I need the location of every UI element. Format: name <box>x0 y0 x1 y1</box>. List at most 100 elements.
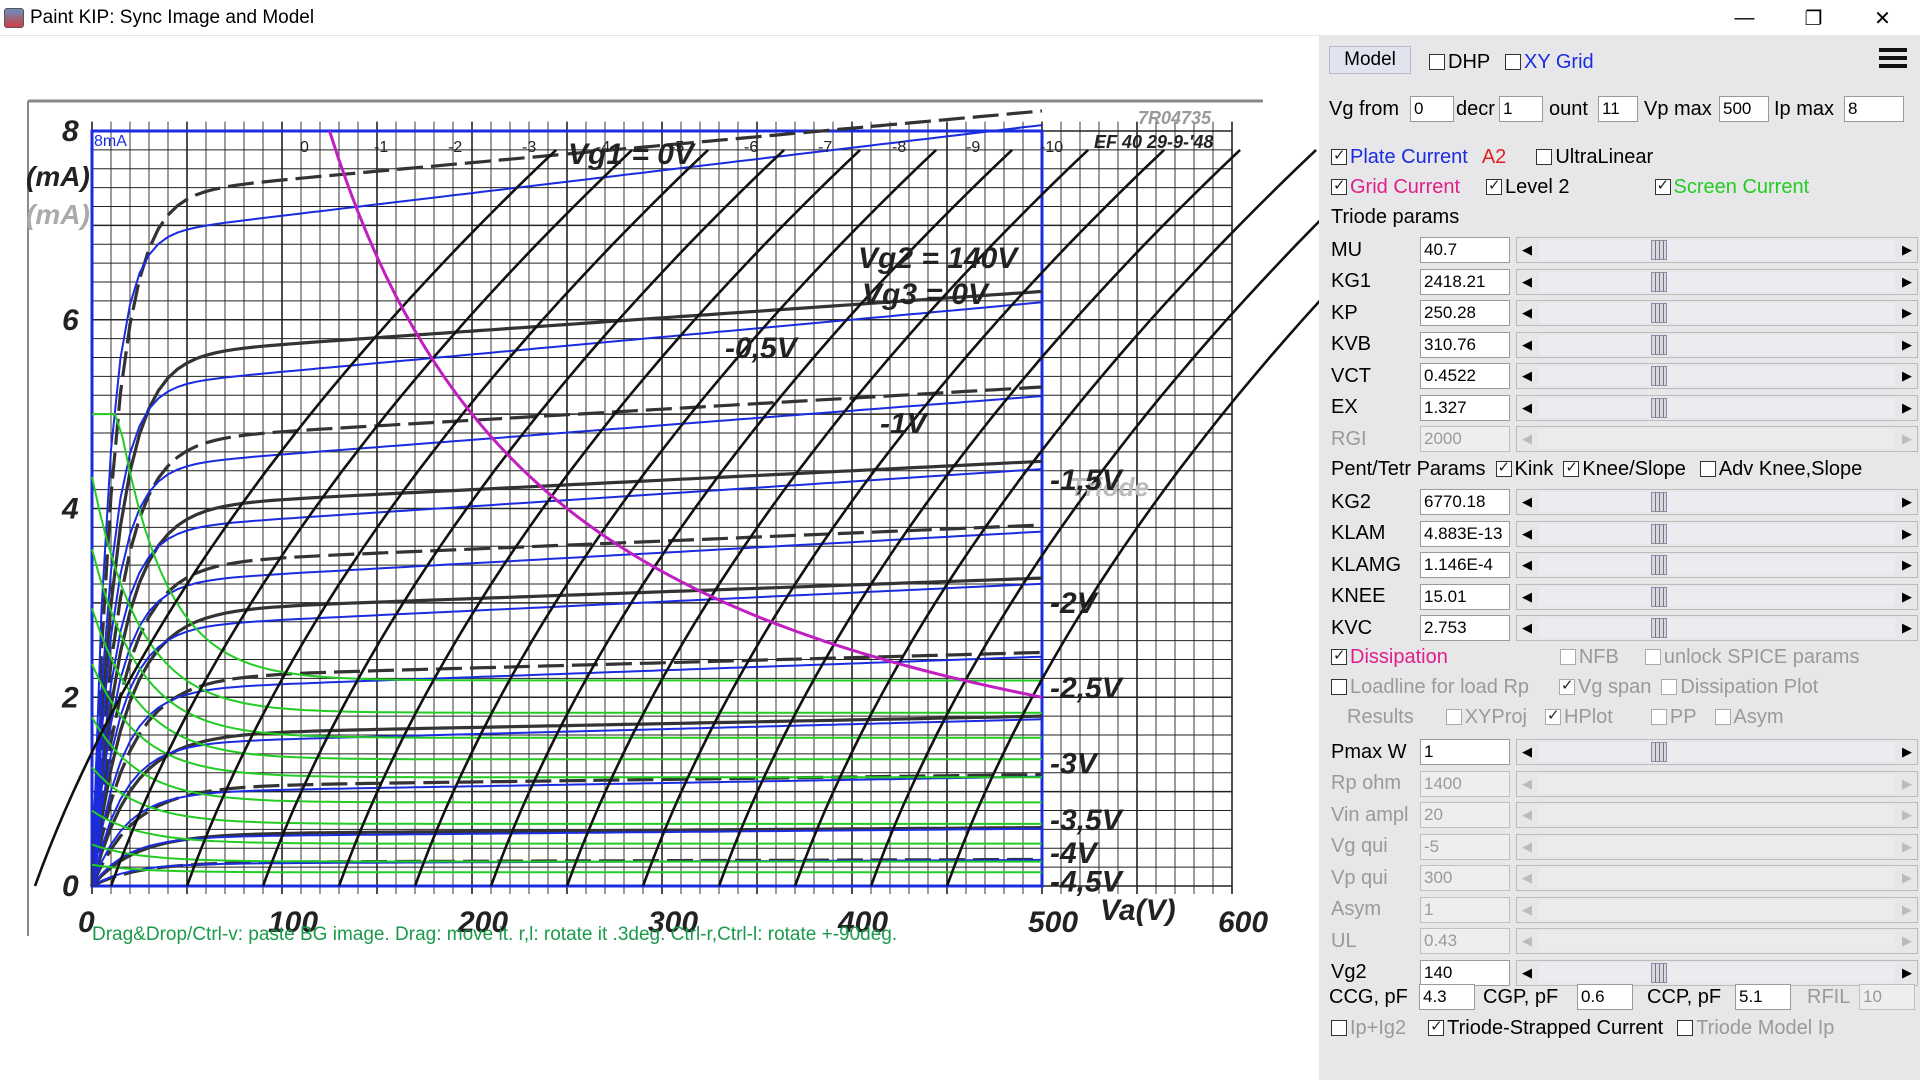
plate-current-checkbox[interactable] <box>1331 146 1347 165</box>
triode-model-ip-checkbox[interactable] <box>1677 1020 1694 1036</box>
slider-right-arrow-icon[interactable]: ▶ <box>1897 898 1917 922</box>
ex-input[interactable]: 1.327 <box>1420 394 1510 421</box>
screen-current-checkbox[interactable] <box>1654 176 1671 195</box>
hamburger-menu-icon[interactable] <box>1879 48 1907 72</box>
kg2-input[interactable]: 6770.18 <box>1420 489 1510 515</box>
kvb-input[interactable]: 310.76 <box>1420 331 1510 358</box>
slider-right-arrow-icon[interactable]: ▶ <box>1897 396 1917 420</box>
pmax-w-input[interactable]: 1 <box>1420 739 1510 765</box>
slider-left-arrow-icon[interactable]: ◀ <box>1517 772 1537 796</box>
slider-left-arrow-icon[interactable]: ◀ <box>1517 396 1537 420</box>
slider-left-arrow-icon[interactable]: ◀ <box>1517 835 1537 859</box>
slider-left-arrow-icon[interactable]: ◀ <box>1517 238 1537 262</box>
unlock-spice-checkbox[interactable] <box>1644 649 1661 665</box>
slider-left-arrow-icon[interactable]: ◀ <box>1517 364 1537 388</box>
knee-input[interactable]: 15.01 <box>1420 583 1510 610</box>
mu-slider[interactable]: ◀ ▶ <box>1516 237 1918 263</box>
slider-thumb[interactable] <box>1651 303 1667 323</box>
slider-right-arrow-icon[interactable]: ▶ <box>1897 553 1917 577</box>
dissipation-plot-checkbox[interactable] <box>1661 679 1678 695</box>
xy-grid-checkbox[interactable] <box>1505 54 1521 70</box>
asym-checkbox[interactable] <box>1714 709 1731 725</box>
ip-max-input[interactable]: 8 <box>1844 96 1904 122</box>
hplot-checkbox[interactable] <box>1544 706 1561 725</box>
rp-ohm-input[interactable]: 1400 <box>1420 770 1510 797</box>
slider-track[interactable] <box>1539 618 1895 638</box>
ul-slider[interactable]: ◀ ▶ <box>1516 928 1918 954</box>
kp-slider[interactable]: ◀ ▶ <box>1516 300 1918 326</box>
slider-track[interactable] <box>1539 334 1895 355</box>
slider-left-arrow-icon[interactable]: ◀ <box>1517 740 1537 764</box>
ip-ig2-checkbox[interactable] <box>1331 1020 1347 1036</box>
slider-track[interactable] <box>1539 429 1895 449</box>
slider-track[interactable] <box>1539 240 1895 260</box>
kp-input[interactable]: 250.28 <box>1420 300 1510 326</box>
dhp-checkbox-row[interactable]: DHP <box>1429 47 1490 77</box>
xy-grid-checkbox-row[interactable]: XY Grid <box>1505 47 1594 77</box>
slider-track[interactable] <box>1539 931 1895 951</box>
slider-track[interactable] <box>1539 397 1895 418</box>
kvc-input[interactable]: 2.753 <box>1420 615 1510 641</box>
ex-slider[interactable]: ◀ ▶ <box>1516 394 1918 421</box>
vin-ampl-slider[interactable]: ◀ ▶ <box>1516 802 1918 828</box>
slider-left-arrow-icon[interactable]: ◀ <box>1517 585 1537 609</box>
rfil-input[interactable]: 10 <box>1859 984 1915 1010</box>
vin-ampl-input[interactable]: 20 <box>1420 802 1510 828</box>
slider-right-arrow-icon[interactable]: ▶ <box>1897 866 1917 890</box>
slider-right-arrow-icon[interactable]: ▶ <box>1897 835 1917 859</box>
level2-checkbox[interactable] <box>1486 176 1503 195</box>
cgp-input[interactable]: 0.6 <box>1577 984 1633 1010</box>
slider-track[interactable] <box>1539 523 1895 544</box>
nfb-checkbox[interactable] <box>1559 649 1576 665</box>
slider-left-arrow-icon[interactable]: ◀ <box>1517 333 1537 357</box>
slider-left-arrow-icon[interactable]: ◀ <box>1517 490 1537 514</box>
slider-right-arrow-icon[interactable]: ▶ <box>1897 740 1917 764</box>
slider-left-arrow-icon[interactable]: ◀ <box>1517 866 1537 890</box>
asym-slider[interactable]: ◀ ▶ <box>1516 896 1918 923</box>
slider-thumb[interactable] <box>1651 555 1667 575</box>
slider-left-arrow-icon[interactable]: ◀ <box>1517 427 1537 451</box>
slider-left-arrow-icon[interactable]: ◀ <box>1517 616 1537 640</box>
decr-input[interactable]: 1 <box>1499 96 1543 122</box>
slider-left-arrow-icon[interactable]: ◀ <box>1517 553 1537 577</box>
kvc-slider[interactable]: ◀ ▶ <box>1516 615 1918 641</box>
slider-right-arrow-icon[interactable]: ▶ <box>1897 803 1917 827</box>
slider-thumb[interactable] <box>1651 334 1667 355</box>
slider-right-arrow-icon[interactable]: ▶ <box>1897 238 1917 262</box>
restore-button[interactable]: ❐ <box>1779 0 1848 36</box>
slider-track[interactable] <box>1539 271 1895 292</box>
slider-left-arrow-icon[interactable]: ◀ <box>1517 803 1537 827</box>
slider-track[interactable] <box>1539 742 1895 762</box>
pmax-w-slider[interactable]: ◀ ▶ <box>1516 739 1918 765</box>
slider-right-arrow-icon[interactable]: ▶ <box>1897 364 1917 388</box>
vg-span-checkbox[interactable] <box>1559 676 1576 695</box>
rgi-slider[interactable]: ◀ ▶ <box>1516 426 1918 452</box>
ultralinear-checkbox[interactable] <box>1536 149 1553 165</box>
kg1-input[interactable]: 2418.21 <box>1420 268 1510 295</box>
slider-thumb[interactable] <box>1651 742 1667 762</box>
minimize-button[interactable]: — <box>1710 0 1779 36</box>
slider-left-arrow-icon[interactable]: ◀ <box>1517 898 1537 922</box>
vg-from-input[interactable]: 0 <box>1410 96 1454 122</box>
plot-canvas[interactable]: 0 100 200 300 400 500 600 0 2 4 6 8 (mA) (mA) 8mA Va(V)… <box>0 36 1469 1080</box>
rgi-input[interactable]: 2000 <box>1420 426 1510 452</box>
model-button[interactable]: Model <box>1329 46 1411 74</box>
slider-thumb[interactable] <box>1651 366 1667 386</box>
vg-qui-slider[interactable]: ◀ ▶ <box>1516 833 1918 860</box>
count-input[interactable]: 11 <box>1598 96 1638 122</box>
slider-track[interactable] <box>1539 773 1895 794</box>
ccg-input[interactable]: 4.3 <box>1419 984 1475 1010</box>
slider-track[interactable] <box>1539 868 1895 888</box>
slider-track[interactable] <box>1539 836 1895 857</box>
grid-current-checkbox[interactable] <box>1331 176 1347 195</box>
dissipation-checkbox[interactable] <box>1331 646 1347 665</box>
xyproj-checkbox[interactable] <box>1445 709 1462 725</box>
slider-left-arrow-icon[interactable]: ◀ <box>1517 270 1537 294</box>
kvb-slider[interactable]: ◀ ▶ <box>1516 331 1918 358</box>
slider-track[interactable] <box>1539 555 1895 575</box>
slider-thumb[interactable] <box>1651 586 1667 607</box>
slider-thumb[interactable] <box>1651 618 1667 638</box>
asym-input[interactable]: 1 <box>1420 896 1510 923</box>
slider-thumb[interactable] <box>1651 962 1667 983</box>
slider-right-arrow-icon[interactable]: ▶ <box>1897 616 1917 640</box>
